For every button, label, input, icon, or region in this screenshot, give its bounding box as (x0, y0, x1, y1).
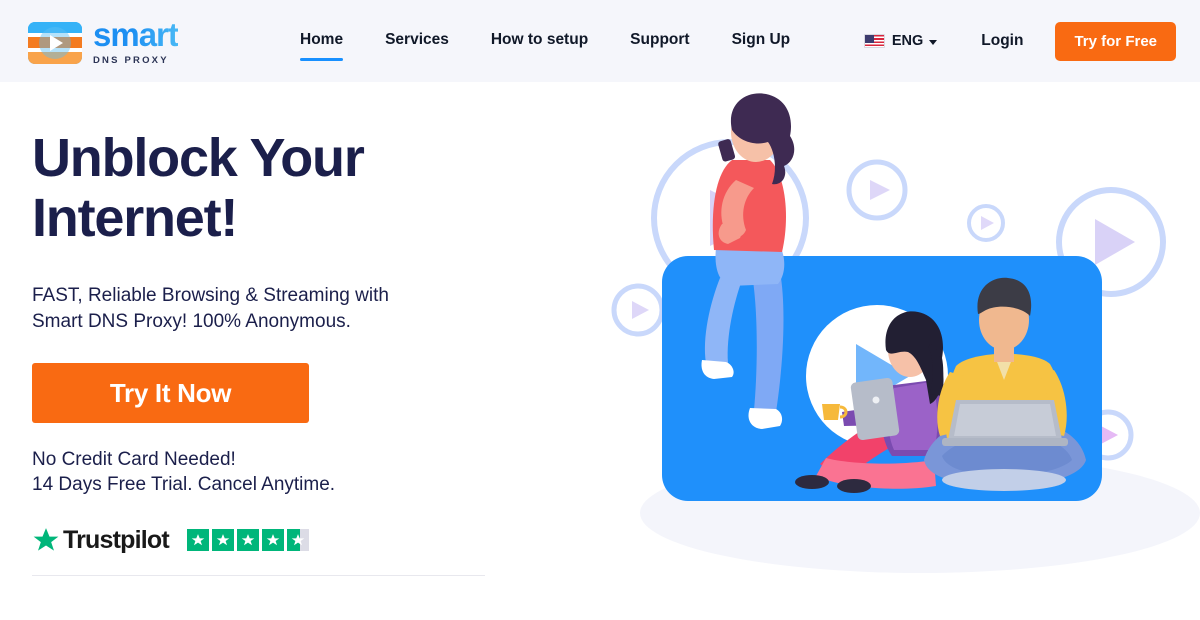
trustpilot-star-icon (33, 527, 59, 551)
nav-item-support[interactable]: Support (630, 31, 689, 52)
video-streaming-people-illustration (590, 88, 1200, 620)
content-divider (32, 575, 485, 576)
rating-star-4 (261, 529, 284, 552)
decor-circle-small-mid (846, 159, 908, 221)
trustpilot-label: Trustpilot (63, 525, 170, 554)
nav-item-how-to-setup[interactable]: How to setup (491, 31, 588, 52)
hero-title-line-1: Unblock Your (32, 128, 365, 188)
nav-item-services[interactable]: Services (385, 31, 449, 52)
logo-brand: smart (93, 16, 179, 53)
hero-content: Unblock Your Internet! FAST, Reliable Br… (32, 128, 502, 555)
rating-star-1 (186, 529, 209, 552)
hero-note-line-1: No Credit Card Needed! (32, 449, 236, 471)
header-actions: ENG Login Try for Free (863, 0, 1176, 82)
language-selector[interactable]: ENG (863, 33, 938, 49)
logo-text: smart DNS PROXY (93, 16, 179, 67)
hero-subtitle-line-1: FAST, Reliable Browsing & Streaming with (32, 284, 389, 306)
trustpilot-rating-stars (186, 529, 309, 552)
logo-tagline: DNS PROXY (93, 55, 169, 66)
site-logo[interactable]: smart DNS PROXY (28, 16, 179, 67)
language-label: ENG (891, 33, 924, 49)
hero-note-line-2: 14 Days Free Trial. Cancel Anytime. (32, 474, 336, 496)
nav-item-home[interactable]: Home (300, 31, 344, 61)
chevron-down-icon (929, 39, 938, 45)
nav-item-sign-up[interactable]: Sign Up (732, 31, 791, 52)
try-for-free-button[interactable]: Try for Free (1055, 21, 1176, 61)
try-it-now-button[interactable]: Try It Now (32, 363, 309, 424)
us-flag-icon (863, 34, 885, 48)
play-video-logo-icon (28, 21, 82, 64)
hero-subtitle-line-2: Smart DNS Proxy! 100% Anonymous. (32, 311, 351, 333)
hero-subtitle: FAST, Reliable Browsing & Streaming with… (32, 283, 462, 335)
rating-star-2 (211, 529, 234, 552)
main-navigation: Home Services How to setup Support Sign … (300, 0, 790, 82)
hero-title: Unblock Your Internet! (32, 128, 502, 249)
site-header: smart DNS PROXY Home Services How to set… (0, 0, 1200, 82)
rating-star-3 (236, 529, 259, 552)
trustpilot-widget[interactable]: Trustpilot (32, 526, 502, 555)
login-link[interactable]: Login (981, 32, 1023, 50)
decor-circle-tiny-right (967, 204, 1005, 242)
decor-circle-left-small (611, 283, 665, 337)
hero-note: No Credit Card Needed! 14 Days Free Tria… (32, 448, 502, 497)
rating-star-5 (286, 529, 309, 552)
hero-title-line-2: Internet! (32, 188, 238, 249)
